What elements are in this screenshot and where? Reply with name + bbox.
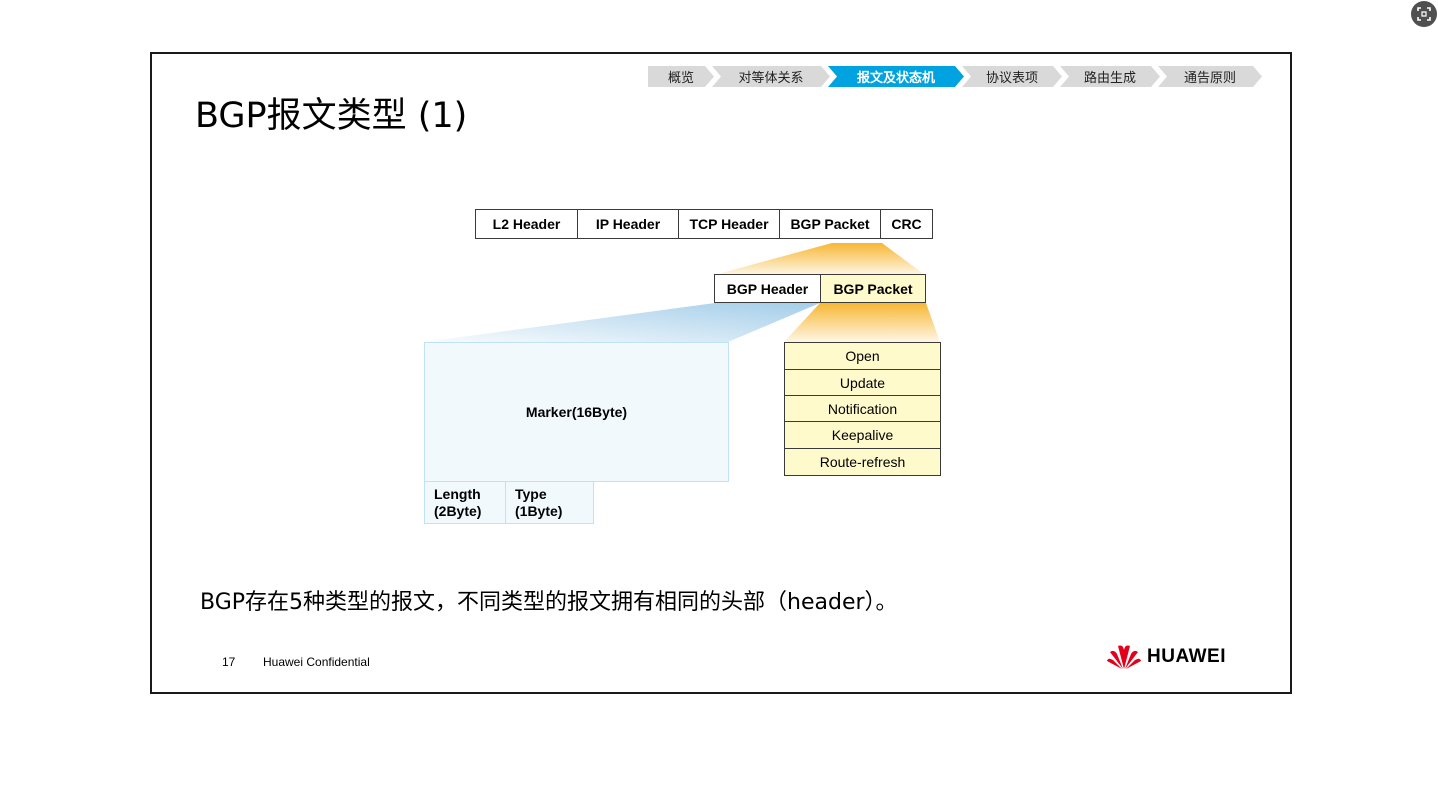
huawei-petal-icon [1107,645,1141,669]
l2-header-cell: L2 Header [475,209,578,239]
crc-cell: CRC [880,209,933,239]
bgp-header-cell: BGP Header [714,274,821,303]
slide-description: BGP存在5种类型的报文，不同类型的报文拥有相同的头部（header）。 [200,590,898,615]
expand-icon [1417,7,1431,21]
length-field-size: (2Byte) [434,503,482,519]
bgp-header-fan [424,303,820,342]
nav-item-label: 路由生成 [1083,71,1136,86]
length-field-label: Length [434,486,481,502]
confidential-label: Huawei Confidential [263,655,370,669]
fullscreen-toggle-button[interactable] [1411,1,1437,27]
huawei-logo: HUAWEI [1106,644,1226,670]
bgp-type-fan [784,303,940,342]
slide: 概览 对等体关系 报文及状态机 协议表项 路由生成 通告原则 BGP报文类型 (… [150,52,1292,694]
message-type-open: Open [784,342,941,370]
brand-name: HUAWEI [1147,646,1226,667]
bgp-packet-body-cell: BGP Packet [820,274,926,303]
ip-header-cell: IP Header [577,209,679,239]
nav-item-label: 协议表项 [985,71,1038,86]
marker-field: Marker(16Byte) [424,342,729,482]
page-number: 17 [222,655,236,669]
nav-item-label: 通告原则 [1183,71,1236,86]
nav-item-label: 报文及状态机 [856,71,935,86]
bgp-packet-fan [714,243,925,275]
type-field-size: (1Byte) [515,503,563,519]
bgp-packet-cell: BGP Packet [779,209,881,239]
message-type-notification: Notification [784,395,941,422]
nav-item-label: 概览 [667,71,694,86]
message-type-route-refresh: Route-refresh [784,448,941,476]
length-field: Length (2Byte) [424,481,506,524]
type-field-label: Type [515,486,547,502]
type-field: Type (1Byte) [505,481,594,524]
message-type-update: Update [784,369,941,396]
nav-item-label: 对等体关系 [738,71,804,86]
message-type-keepalive: Keepalive [784,421,941,449]
tcp-header-cell: TCP Header [678,209,780,239]
